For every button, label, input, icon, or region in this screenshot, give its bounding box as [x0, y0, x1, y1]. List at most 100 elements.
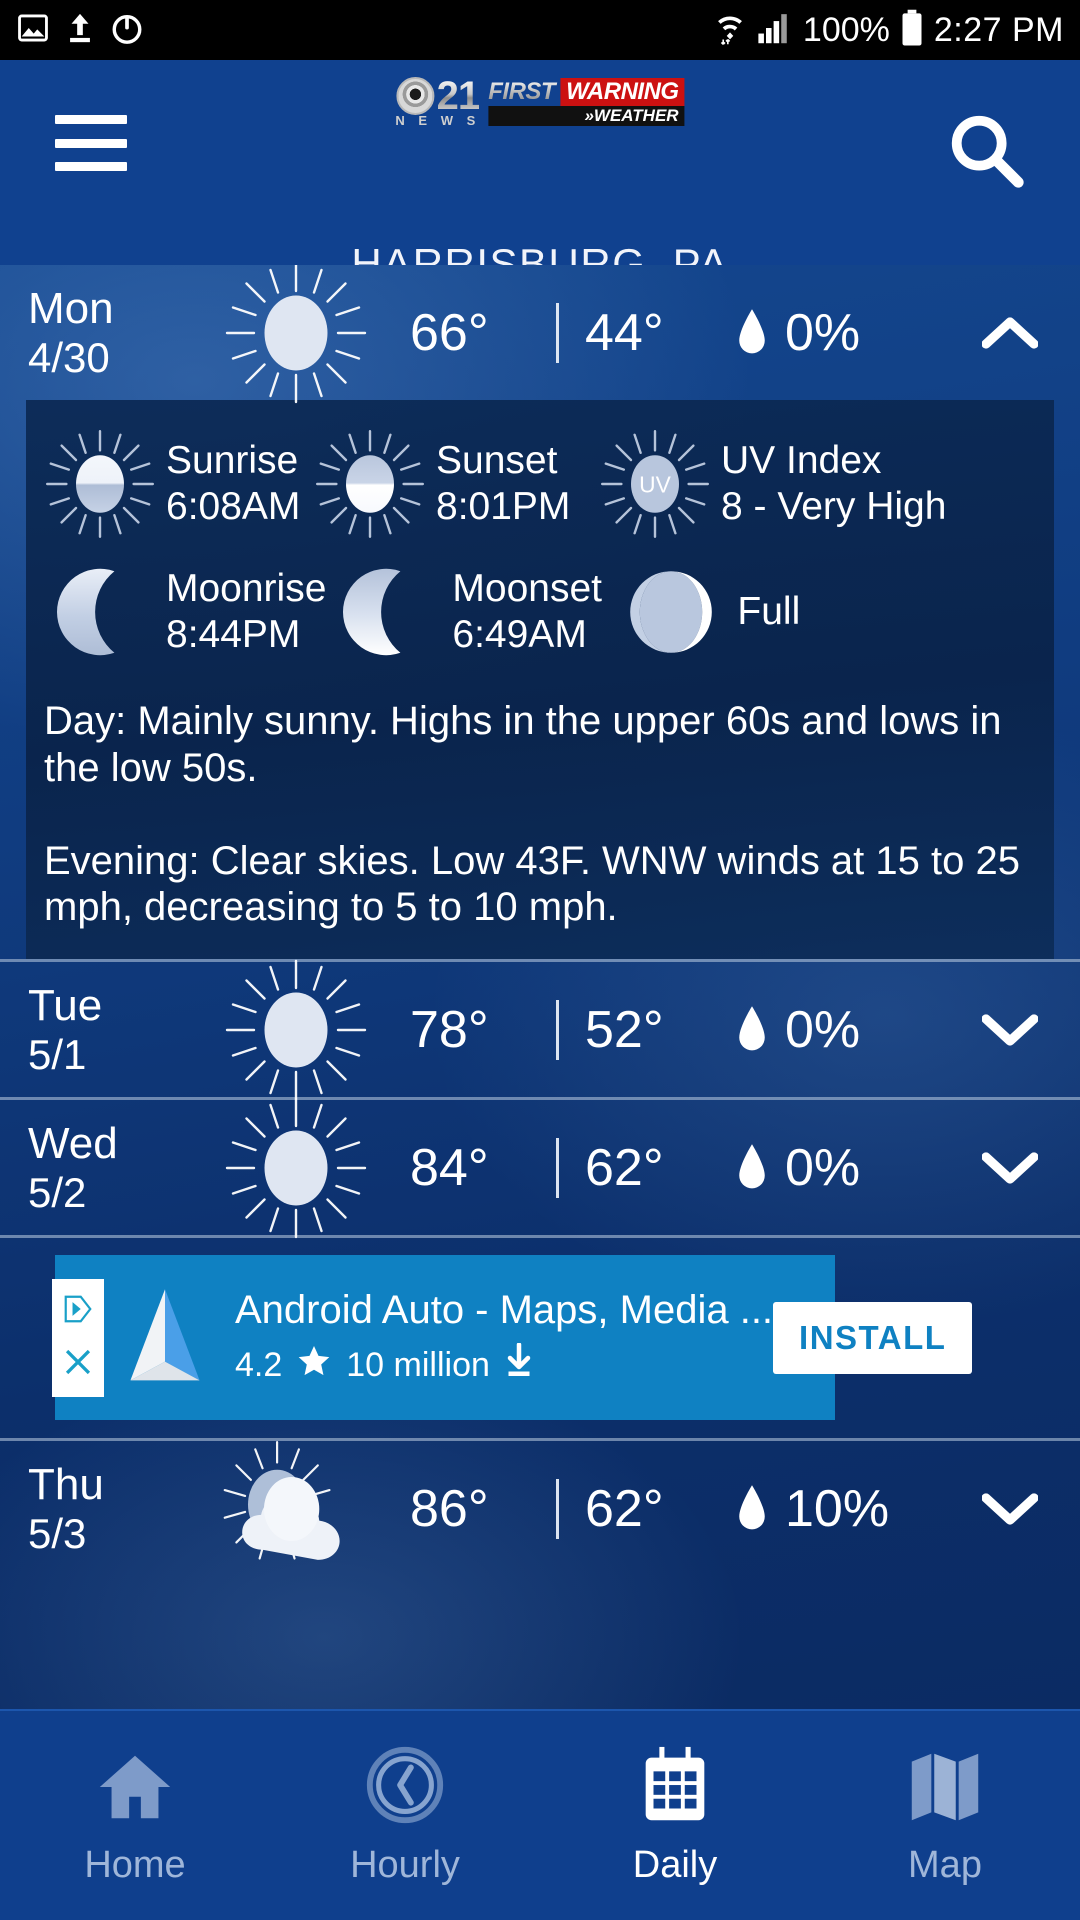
- chevron-down-icon[interactable]: [970, 1011, 1050, 1049]
- ad-rating: 4.2: [235, 1345, 283, 1384]
- adchoices-icon[interactable]: [63, 1294, 93, 1329]
- chevron-up-icon[interactable]: [970, 314, 1050, 352]
- forecast-row-tue[interactable]: Tue 5/1 78° 52° 0%: [0, 959, 1080, 1100]
- temp-separator: [556, 302, 559, 363]
- moonrise-block: Moonrise 8:44PM: [40, 552, 326, 672]
- ad-controls[interactable]: [52, 1279, 104, 1398]
- chevron-down-icon[interactable]: [970, 1149, 1050, 1187]
- logo-first-text: FIRST: [488, 78, 560, 106]
- astro-row-moon: Moonrise 8:44PM Moonset 6:49AM Full: [26, 548, 1054, 676]
- forecast-date: Wed 5/2: [28, 1119, 203, 1217]
- ad-meta: 4.2 10 million: [235, 1341, 773, 1388]
- nav-label-map: Map: [908, 1844, 982, 1886]
- wifi-icon: [713, 9, 747, 52]
- bottom-navigation: Home Hourly Daily Map: [0, 1709, 1080, 1920]
- forecast-temperatures: 66° 44°: [388, 302, 735, 363]
- nav-label-home: Home: [84, 1844, 186, 1886]
- ad-install-button[interactable]: INSTALL: [773, 1301, 973, 1374]
- uv-index-icon: UV: [601, 430, 709, 538]
- ad-downloads: 10 million: [346, 1345, 490, 1384]
- logo-warning-text: WARNING: [560, 78, 685, 106]
- forecast-high: 78°: [410, 1000, 489, 1059]
- ad-banner[interactable]: Android Auto - Maps, Media ... 4.2 10 mi…: [52, 1255, 973, 1421]
- download-icon: [504, 1341, 534, 1388]
- precip-value: 10%: [785, 1479, 890, 1538]
- search-icon[interactable]: [944, 108, 1030, 194]
- moonrise-label: Moonrise: [166, 566, 327, 610]
- forecast-day-description: Day: Mainly sunny. Highs in the upper 60…: [44, 699, 1002, 790]
- status-bar: 100% 2:27 PM: [0, 0, 1080, 60]
- astro-row-sun: Sunrise 6:08AM Sunset 8:01PM UV UV Index…: [26, 420, 1054, 548]
- sunset-block: Sunset 8:01PM: [310, 424, 595, 544]
- moonrise-icon: [57, 568, 115, 656]
- forecast-row-wed[interactable]: Wed 5/2 84° 62° 0%: [0, 1097, 1080, 1238]
- water-drop-icon: [739, 1143, 765, 1189]
- precipitation-chance: 0%: [735, 1000, 970, 1060]
- moon-phase-full-icon: [630, 571, 713, 653]
- first-warning-weather-logo: FIRST WARNING »WEATHER: [488, 78, 685, 126]
- app-logo: 21 N E W S FIRST WARNING »WEATHER: [395, 73, 685, 128]
- moonrise-text: Moonrise 8:44PM: [166, 566, 326, 658]
- forecast-low: 62°: [585, 1479, 664, 1538]
- nav-label-daily: Daily: [632, 1844, 718, 1886]
- sunrise-block: Sunrise 6:08AM: [40, 424, 310, 544]
- status-bar-clock: 2:27 PM: [933, 10, 1064, 49]
- cbs-eye-icon: [396, 76, 435, 115]
- daily-forecast-list: Mon 4/30 66° 44° 0% Sunrise 6:08AM Sunse…: [0, 265, 1080, 1709]
- moonset-label: Moonset: [452, 566, 602, 610]
- moonset-icon: [343, 568, 401, 656]
- nav-item-home[interactable]: Home: [0, 1744, 270, 1887]
- forecast-detail-panel: Sunrise 6:08AM Sunset 8:01PM UV UV Index…: [26, 400, 1054, 960]
- nav-item-daily[interactable]: Daily: [540, 1744, 810, 1887]
- forecast-high: 84°: [410, 1138, 489, 1197]
- hamburger-menu-icon[interactable]: [55, 115, 127, 171]
- precip-value: 0%: [785, 303, 861, 362]
- forecast-high: 66°: [410, 303, 489, 362]
- sunrise-value: 6:08AM: [166, 485, 301, 528]
- forecast-low: 44°: [585, 303, 664, 362]
- forecast-date: Mon 4/30: [28, 284, 203, 382]
- uv-index-text: UV Index 8 - Very High: [721, 438, 946, 530]
- cbs-news-logo: 21 N E W S: [395, 73, 481, 128]
- forecast-temperatures: 86° 62°: [388, 1478, 735, 1539]
- map-icon: [911, 1753, 979, 1821]
- forecast-day-name: Wed: [28, 1118, 118, 1168]
- water-drop-icon: [739, 1484, 765, 1530]
- advertisement[interactable]: Android Auto - Maps, Media ... 4.2 10 mi…: [0, 1238, 1080, 1438]
- sunset-label: Sunset: [436, 438, 558, 482]
- star-icon: [296, 1343, 332, 1388]
- app-header: 21 N E W S FIRST WARNING »WEATHER HARRIS…: [0, 60, 1080, 287]
- status-bar-right-icons: 100% 2:27 PM: [713, 9, 1064, 52]
- nav-item-hourly[interactable]: Hourly: [270, 1744, 540, 1887]
- moonset-value: 6:49AM: [452, 613, 587, 656]
- forecast-day-date: 4/30: [28, 333, 110, 381]
- battery-percent: 100%: [802, 10, 890, 49]
- sunrise-label: Sunrise: [166, 438, 299, 482]
- nav-item-map[interactable]: Map: [810, 1744, 1080, 1887]
- uv-index-label: UV Index: [721, 438, 882, 482]
- forecast-temperatures: 84° 62°: [388, 1137, 735, 1198]
- forecast-row-thu[interactable]: Thu 5/3 86° 62° 10%: [0, 1440, 1080, 1576]
- forecast-row-mon[interactable]: Mon 4/30 66° 44° 0%: [0, 265, 1080, 403]
- logo-channel-number: 21: [436, 73, 480, 118]
- timer-icon: [110, 11, 144, 50]
- sunny-icon: [203, 955, 388, 1105]
- moon-phase-text: Full: [737, 589, 800, 635]
- close-x-icon[interactable]: [63, 1347, 93, 1382]
- chevron-down-icon[interactable]: [970, 1490, 1050, 1528]
- forecast-low: 52°: [585, 1000, 664, 1059]
- upload-icon: [66, 11, 94, 50]
- sunset-icon: [316, 430, 424, 538]
- precipitation-chance: 0%: [735, 1138, 970, 1198]
- logo-weather-text: »WEATHER: [584, 106, 679, 125]
- ad-title: Android Auto - Maps, Media ...: [235, 1287, 774, 1332]
- moonrise-value: 8:44PM: [166, 613, 301, 656]
- moonset-text: Moonset 6:49AM: [452, 566, 602, 658]
- forecast-evening-description: Evening: Clear skies. Low 43F. WNW winds…: [44, 838, 1020, 930]
- logo-news-label: N E W S: [395, 112, 481, 128]
- android-auto-icon: [117, 1283, 213, 1393]
- clock-icon: [366, 1746, 444, 1824]
- sunny-icon: [203, 265, 388, 408]
- sunrise-icon: [46, 430, 154, 538]
- forecast-date: Thu 5/3: [28, 1460, 203, 1558]
